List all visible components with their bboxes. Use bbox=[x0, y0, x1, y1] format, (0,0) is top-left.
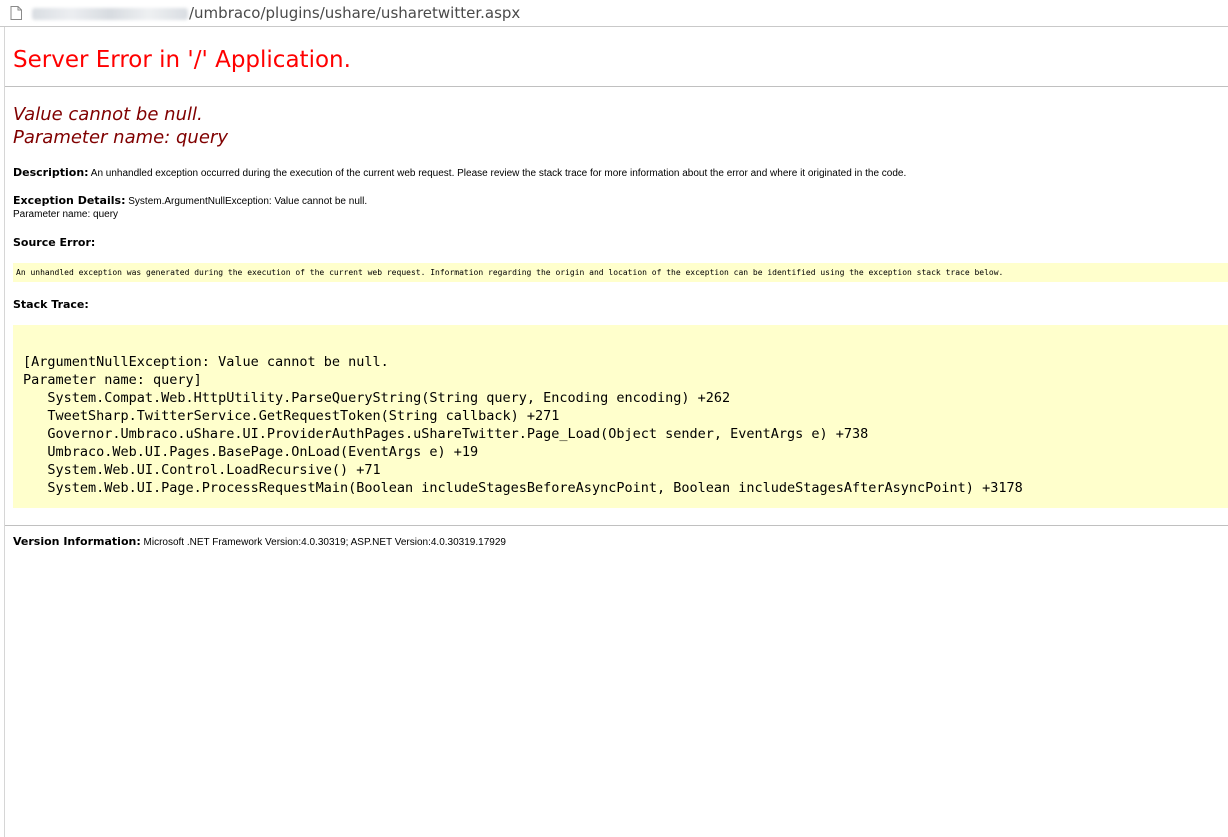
stack-trace-line: [ArgumentNullException: Value cannot be … bbox=[23, 354, 389, 370]
description-text: An unhandled exception occurred during t… bbox=[90, 168, 907, 179]
stack-trace-line: System.Compat.Web.HttpUtility.ParseQuery… bbox=[23, 390, 731, 406]
version-divider bbox=[5, 525, 1228, 526]
stack-trace-label: Stack Trace: bbox=[13, 298, 89, 311]
stack-trace-heading: Stack Trace: bbox=[13, 298, 89, 312]
description-label: Description: bbox=[13, 166, 89, 179]
version-label: Version Information: bbox=[13, 535, 141, 548]
stack-trace-line: Parameter name: query] bbox=[23, 372, 202, 388]
error-message: Value cannot be null. Parameter name: qu… bbox=[13, 103, 228, 149]
exception-param: Parameter name: query bbox=[13, 209, 119, 220]
version-text: Microsoft .NET Framework Version:4.0.303… bbox=[143, 537, 506, 548]
stack-trace-line: System.Web.UI.Page.ProcessRequestMain(Bo… bbox=[23, 480, 1023, 496]
stack-trace-line: Governor.Umbraco.uShare.UI.ProviderAuthP… bbox=[23, 426, 869, 442]
exception-label: Exception Details: bbox=[13, 194, 126, 207]
title-divider bbox=[5, 86, 1228, 87]
stack-trace-line: TweetSharp.TwitterService.GetRequestToke… bbox=[23, 408, 560, 424]
exception-details: Exception Details: System.ArgumentNullEx… bbox=[13, 194, 367, 208]
source-error-label: Source Error: bbox=[13, 236, 96, 249]
address-bar[interactable]: /umbraco/plugins/ushare/usharetwitter.as… bbox=[0, 0, 1228, 27]
page-left-border bbox=[4, 27, 5, 837]
error-message-line1: Value cannot be null. bbox=[13, 104, 203, 125]
blurred-hostname bbox=[32, 8, 188, 20]
stack-trace: [ArgumentNullException: Value cannot be … bbox=[23, 353, 1023, 497]
description: Description: An unhandled exception occu… bbox=[13, 166, 906, 180]
source-error-text: An unhandled exception was generated dur… bbox=[16, 268, 1004, 277]
error-message-line2: Parameter name: query bbox=[13, 127, 228, 148]
stack-trace-box: [ArgumentNullException: Value cannot be … bbox=[13, 325, 1228, 508]
stack-trace-line: Umbraco.Web.UI.Pages.BasePage.OnLoad(Eve… bbox=[23, 444, 479, 460]
source-error-heading: Source Error: bbox=[13, 236, 95, 250]
source-error-box: An unhandled exception was generated dur… bbox=[13, 263, 1228, 282]
exception-text: System.ArgumentNullException: Value cann… bbox=[128, 196, 368, 207]
page-title: Server Error in '/' Application. bbox=[13, 47, 351, 73]
url-path[interactable]: /umbraco/plugins/ushare/usharetwitter.as… bbox=[189, 4, 520, 22]
version-information: Version Information: Microsoft .NET Fram… bbox=[13, 535, 506, 549]
document-icon bbox=[10, 6, 22, 20]
stack-trace-line: System.Web.UI.Control.LoadRecursive() +7… bbox=[23, 462, 381, 478]
